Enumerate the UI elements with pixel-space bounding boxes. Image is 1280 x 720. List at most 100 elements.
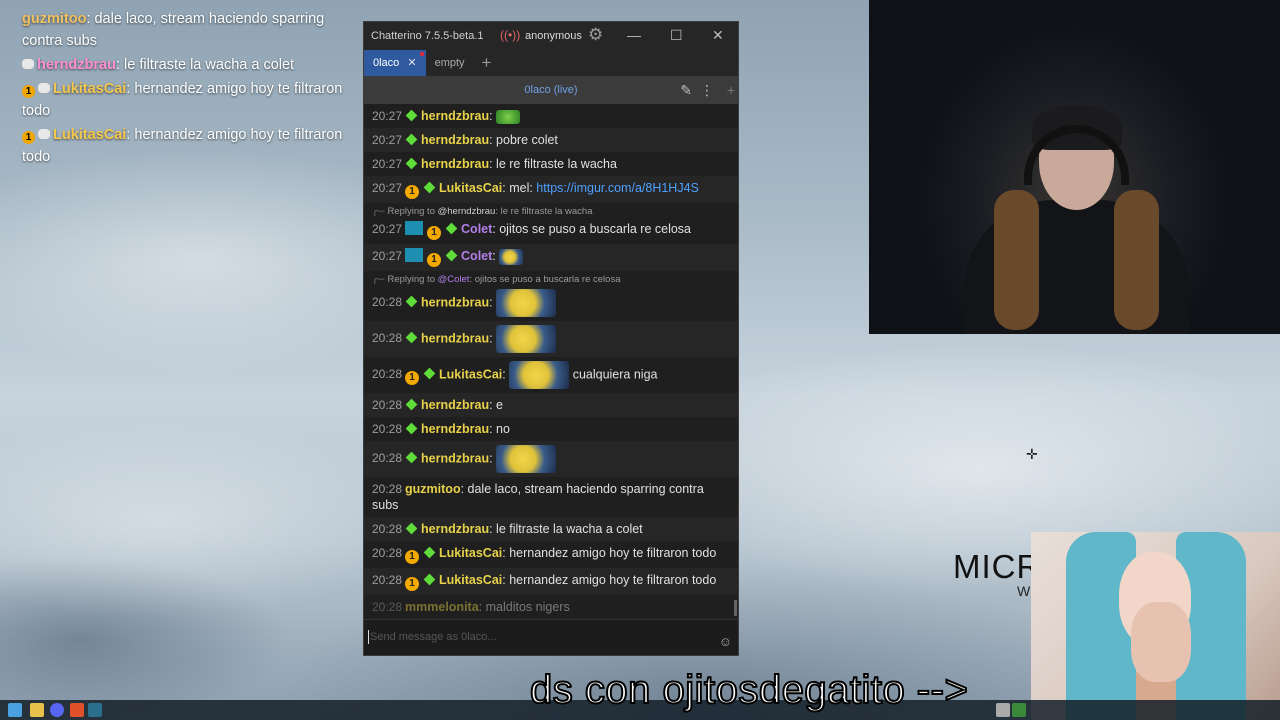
- chat-message[interactable]: 20:28 1 LukitasCai: hernandez amigo hoy te…: [364, 541, 738, 568]
- subscriber-badge-icon[interactable]: 1: [405, 550, 420, 564]
- channel-header[interactable]: 0laco (live) ✎ ⋮ +: [364, 76, 738, 104]
- chat-message[interactable]: 20:27 herndzbrau: pobre colet: [364, 128, 738, 152]
- gem-badge-icon[interactable]: [405, 331, 418, 344]
- discord-icon[interactable]: [50, 703, 64, 717]
- settings-gear-icon[interactable]: ⚙: [588, 25, 603, 45]
- chat-message[interactable]: 20:27 1 Colet: ojitos se puso a buscarla r…: [364, 217, 738, 244]
- message-list[interactable]: 20:27 herndzbrau: 20:27 herndzbrau: pobre …: [364, 104, 738, 620]
- message-username[interactable]: LukitasCai: [439, 546, 502, 560]
- emote-image[interactable]: [496, 109, 521, 124]
- message-username[interactable]: herndzbrau: [421, 522, 489, 536]
- message-text: mel:: [509, 181, 537, 195]
- scrollbar[interactable]: [734, 600, 737, 616]
- chat-message[interactable]: 20:28 1 LukitasCai: hernandez amigo hoy te…: [364, 568, 738, 595]
- moderation-pen-icon[interactable]: ✎: [680, 76, 692, 104]
- emote-image[interactable]: [496, 289, 557, 317]
- emote-image[interactable]: [496, 445, 557, 473]
- chat-message[interactable]: 20:28 herndzbrau: no: [364, 417, 738, 441]
- chat-message[interactable]: 20:28 herndzbrau:: [364, 321, 738, 357]
- close-button[interactable]: ✕: [712, 27, 724, 44]
- chat-message[interactable]: 20:28 guzmitoo: dale laco, stream haciend…: [364, 477, 738, 517]
- message-timestamp: 20:28: [372, 573, 403, 587]
- message-username[interactable]: herndzbrau: [421, 422, 489, 436]
- file-explorer-icon[interactable]: [30, 703, 44, 717]
- artist-badge-icon[interactable]: [405, 248, 424, 262]
- message-text: le re filtraste la wacha: [496, 157, 617, 171]
- chat-message[interactable]: 20:27 herndzbrau: le re filtraste la wach…: [364, 152, 738, 176]
- emote-image[interactable]: [499, 248, 524, 265]
- gem-badge-icon[interactable]: [423, 181, 436, 194]
- subscriber-badge-icon[interactable]: 1: [405, 185, 420, 199]
- message-username[interactable]: LukitasCai: [439, 181, 502, 195]
- artist-badge-icon[interactable]: [405, 221, 424, 235]
- chatterino-icon[interactable]: [88, 703, 102, 717]
- message-username[interactable]: herndzbrau: [421, 133, 489, 147]
- username-colon: :: [489, 398, 497, 412]
- nvidia-tray-icon[interactable]: [1012, 703, 1026, 717]
- username-colon: :: [489, 109, 497, 123]
- gem-badge-icon[interactable]: [423, 546, 436, 559]
- minimize-button[interactable]: —: [627, 27, 641, 43]
- reply-context: ╭─ Replying to @Colet: ojitos se puso a b…: [372, 274, 621, 285]
- chat-message[interactable]: 20:28 mmmelonita: malditos nigers: [364, 595, 738, 619]
- chat-message[interactable]: 20:27 herndzbrau:: [364, 104, 738, 128]
- more-options-icon[interactable]: ⋮: [700, 76, 714, 104]
- username-colon: :: [489, 522, 497, 536]
- maximize-button[interactable]: ☐: [670, 27, 683, 44]
- gem-badge-icon[interactable]: [445, 222, 458, 235]
- message-text: hernandez amigo hoy te filtraron todo: [509, 546, 717, 560]
- add-split-icon[interactable]: +: [727, 76, 735, 104]
- chat-message[interactable]: 20:28 1 LukitasCai: cualquiera niga: [364, 357, 738, 393]
- message-input[interactable]: Send message as 0laco... ☺: [364, 619, 738, 655]
- emoji-picker-icon[interactable]: ☺: [719, 634, 732, 649]
- reply-mention[interactable]: @herndzbrau: [438, 206, 496, 217]
- message-username[interactable]: herndzbrau: [421, 295, 489, 309]
- reply-mention[interactable]: @Colet: [438, 274, 470, 285]
- subscriber-badge-icon[interactable]: 1: [405, 577, 420, 591]
- chat-message[interactable]: 20:28 herndzbrau:: [364, 441, 738, 477]
- gem-badge-icon[interactable]: [423, 367, 436, 380]
- gem-badge-icon[interactable]: [405, 157, 418, 170]
- add-tab-icon[interactable]: +: [474, 50, 500, 76]
- gem-badge-icon[interactable]: [405, 522, 418, 535]
- gem-badge-icon[interactable]: [445, 249, 458, 262]
- live-broadcast-icon[interactable]: ((•)): [500, 28, 520, 42]
- chat-message[interactable]: 20:28 herndzbrau: le filtraste la wacha a…: [364, 517, 738, 541]
- gem-badge-icon[interactable]: [423, 573, 436, 586]
- message-link[interactable]: https://imgur.com/a/8H1HJ4S: [536, 181, 699, 195]
- subscriber-badge-icon[interactable]: 1: [427, 226, 442, 240]
- tray-icon[interactable]: [996, 703, 1010, 717]
- brave-browser-icon[interactable]: [70, 703, 84, 717]
- message-username[interactable]: herndzbrau: [421, 157, 489, 171]
- subscriber-badge-icon[interactable]: 1: [427, 253, 442, 267]
- message-username[interactable]: herndzbrau: [421, 331, 489, 345]
- message-username[interactable]: guzmitoo: [405, 482, 461, 496]
- gem-badge-icon[interactable]: [405, 398, 418, 411]
- emote-image[interactable]: [496, 325, 557, 353]
- emote-image[interactable]: [509, 361, 570, 389]
- chat-message[interactable]: 20:28 herndzbrau:: [364, 285, 738, 321]
- gem-badge-icon[interactable]: [405, 295, 418, 308]
- gem-badge-icon[interactable]: [405, 109, 418, 122]
- message-username[interactable]: herndzbrau: [421, 398, 489, 412]
- message-username[interactable]: mmmelonita: [405, 600, 479, 614]
- account-switcher[interactable]: anonymous: [525, 30, 582, 42]
- gem-badge-icon[interactable]: [405, 451, 418, 464]
- tab-empty[interactable]: empty: [426, 50, 474, 76]
- message-username[interactable]: Colet: [461, 249, 492, 263]
- close-tab-icon[interactable]: ✕: [407, 57, 416, 69]
- chat-message[interactable]: 20:27 1 LukitasCai: mel: https://imgur.com…: [364, 176, 738, 203]
- subscriber-badge-icon[interactable]: 1: [405, 371, 420, 386]
- start-icon[interactable]: [8, 703, 22, 717]
- message-username[interactable]: Colet: [461, 222, 492, 236]
- chat-message[interactable]: 20:28 herndzbrau: e: [364, 393, 738, 417]
- message-timestamp: 20:28: [372, 295, 403, 310]
- gem-badge-icon[interactable]: [405, 133, 418, 146]
- chat-message[interactable]: 20:27 1 Colet:: [364, 244, 738, 271]
- message-username[interactable]: LukitasCai: [439, 367, 502, 381]
- gem-badge-icon[interactable]: [405, 422, 418, 435]
- message-username[interactable]: herndzbrau: [421, 109, 489, 123]
- message-username[interactable]: LukitasCai: [439, 573, 502, 587]
- message-username[interactable]: herndzbrau: [421, 451, 489, 465]
- tab-0laco[interactable]: 0laco ✕: [364, 50, 426, 76]
